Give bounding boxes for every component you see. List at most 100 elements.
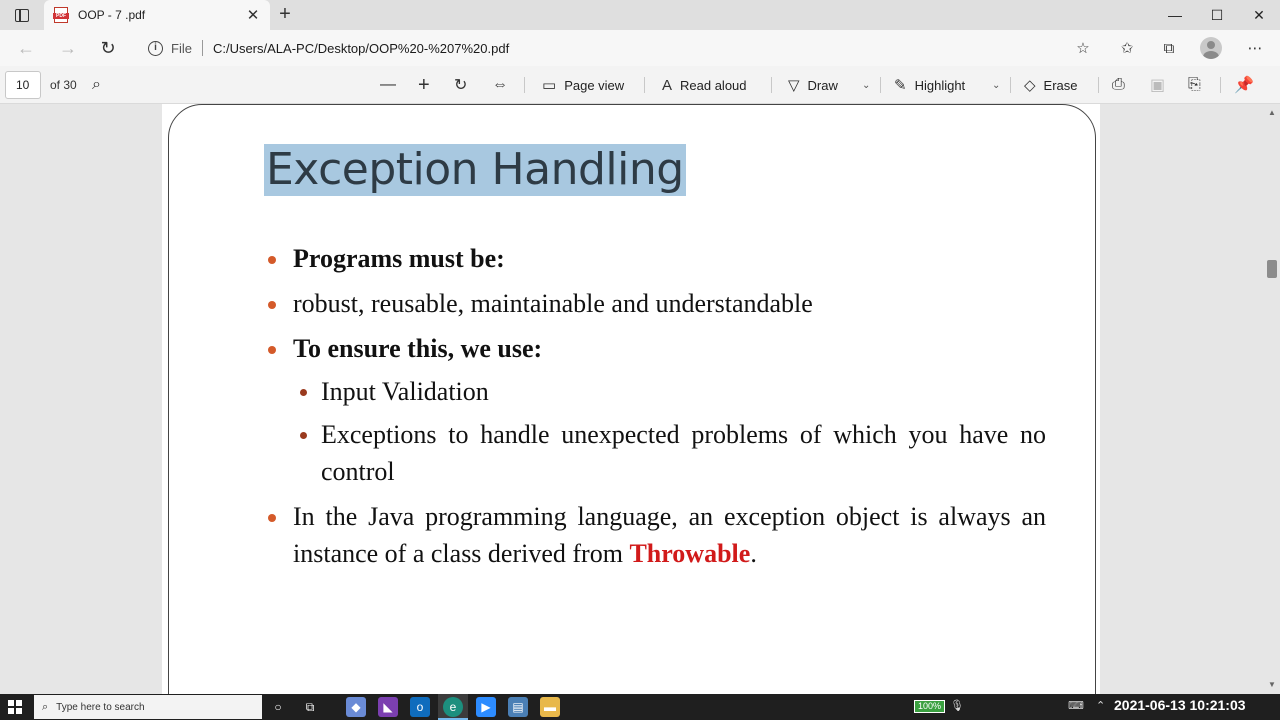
url-text[interactable]: C:/Users/ALA-PC/Desktop/OOP%20-%207%20.p…: [213, 41, 509, 56]
save-as-icon: ⎘: [1188, 76, 1201, 93]
microphone-icon[interactable]: 🎙: [950, 699, 964, 712]
scroll-down-arrow[interactable]: ▼: [1268, 680, 1276, 689]
highlight-label: Highlight: [914, 77, 966, 93]
collections-button[interactable]: ⧉: [1158, 38, 1180, 58]
tab-active[interactable]: OOP - 7 .pdf ✕: [44, 0, 270, 30]
outlook-icon[interactable]: o: [410, 697, 430, 717]
rotate-icon: ↻: [454, 77, 468, 94]
favorites-button[interactable]: ✩: [1116, 38, 1138, 58]
erase-label: Erase: [1043, 77, 1078, 93]
add-favorite-button[interactable]: ☆: [1072, 38, 1094, 58]
read-aloud-icon: A: [662, 76, 673, 94]
url-field[interactable]: i File C:/Users/ALA-PC/Desktop/OOP%20-%2…: [138, 34, 1102, 62]
fit-width-icon: ⇔: [492, 76, 508, 93]
toolbar-divider: [1098, 77, 1099, 93]
read-aloud-button[interactable]: A Read aloud: [662, 74, 747, 96]
tab-actions-icon: [15, 8, 29, 22]
zoom-out-button[interactable]: —: [380, 74, 396, 96]
throwable-keyword: Throwable: [629, 539, 751, 568]
pin-icon: 📌: [1234, 77, 1254, 94]
address-bar: ← → ↻ i File C:/Users/ALA-PC/Desktop/OOP…: [0, 30, 1280, 66]
minus-icon: —: [380, 76, 396, 93]
bullet-item: To ensure this, we use:: [266, 330, 1046, 367]
find-button[interactable]: ⌕: [92, 74, 101, 96]
bullet-item: Programs must be:: [266, 240, 1046, 277]
toolbar-divider: [1220, 77, 1221, 93]
close-window-button[interactable]: ✕: [1238, 0, 1280, 30]
taskbar-search-placeholder: Type here to search: [56, 701, 145, 713]
info-icon[interactable]: i: [148, 40, 163, 56]
zoom-in-button[interactable]: +: [418, 74, 430, 96]
highlight-button[interactable]: ✎ Highlight: [894, 74, 965, 96]
scroll-up-arrow[interactable]: ▲: [1268, 108, 1276, 117]
settings-more-button[interactable]: ⋯: [1244, 38, 1266, 58]
search-icon: ⌕: [92, 76, 101, 93]
battery-indicator[interactable]: 100%: [914, 700, 946, 713]
arrow-left-icon: ←: [17, 37, 35, 58]
show-hidden-icons[interactable]: ⌃: [1096, 699, 1105, 712]
chevron-down-icon: ⌄: [992, 79, 1001, 91]
page-count: of 30: [50, 78, 77, 92]
file-label: File: [171, 40, 192, 56]
page-number-input[interactable]: 10: [5, 71, 41, 99]
plus-icon: +: [418, 73, 430, 96]
toolbar-divider: [771, 77, 772, 93]
app-icon[interactable]: ▤: [508, 697, 528, 717]
back-button[interactable]: ←: [12, 35, 40, 61]
fit-page-button[interactable]: ⇔: [492, 74, 508, 96]
draw-button[interactable]: ▽ Draw: [788, 74, 838, 96]
new-tab-button[interactable]: +: [274, 4, 296, 26]
chevron-down-icon: ⌄: [862, 79, 871, 91]
file-explorer-icon[interactable]: ▬: [540, 697, 560, 717]
bullet-item: In the Java programming language, an exc…: [266, 498, 1046, 572]
highlight-options-dropdown[interactable]: ⌄: [992, 74, 1000, 96]
highlighter-icon: ✎: [894, 77, 907, 94]
page-view-button[interactable]: ▭ Page view: [542, 74, 624, 96]
forward-button[interactable]: →: [54, 35, 82, 61]
app-icon[interactable]: ◆: [346, 697, 366, 717]
refresh-button[interactable]: ↻: [94, 35, 122, 61]
bullet-period: .: [750, 539, 757, 568]
vertical-scrollbar[interactable]: [1264, 104, 1280, 694]
star-plus-icon: ☆: [1076, 40, 1090, 57]
printer-icon: ⎙: [1112, 76, 1125, 93]
rotate-button[interactable]: ↻: [454, 74, 467, 96]
erase-button[interactable]: ◇ Erase: [1024, 74, 1078, 96]
page-view-icon: ▭: [542, 77, 557, 94]
taskbar-search[interactable]: ⌕ Type here to search: [34, 695, 262, 719]
scrollbar-thumb[interactable]: [1267, 260, 1277, 278]
more-dots-icon: ⋯: [1247, 40, 1263, 57]
tab-close-button[interactable]: ✕: [242, 4, 264, 26]
profile-avatar[interactable]: [1200, 37, 1222, 59]
save-disk-icon: ▣: [1150, 77, 1166, 94]
system-clock[interactable]: 2021-06-13 10:21:03: [1114, 697, 1246, 713]
zoom-icon[interactable]: ▶: [476, 697, 496, 717]
edge-icon[interactable]: e: [443, 697, 463, 717]
draw-label: Draw: [807, 77, 838, 93]
toolbar-divider: [880, 77, 881, 93]
tab-strip: OOP - 7 .pdf ✕ + — ☐ ✕: [0, 0, 1280, 30]
task-view-icon[interactable]: ⧉: [300, 697, 320, 717]
maximize-button[interactable]: ☐: [1196, 0, 1238, 30]
refresh-icon: ↻: [100, 37, 116, 58]
draw-options-dropdown[interactable]: ⌄: [862, 74, 870, 96]
print-button[interactable]: ⎙: [1112, 74, 1125, 96]
save-button[interactable]: ▣: [1150, 74, 1165, 96]
bullet-item: robust, reusable, maintainable and under…: [266, 285, 1046, 322]
visual-studio-icon[interactable]: ◣: [378, 697, 398, 717]
minimize-button[interactable]: —: [1154, 0, 1196, 30]
start-button[interactable]: [8, 700, 22, 714]
favorites-star-icon: ✩: [1120, 40, 1134, 57]
arrow-right-icon: →: [59, 37, 77, 58]
toolbar-divider: [1010, 77, 1011, 93]
tab-actions-button[interactable]: [8, 4, 36, 26]
tab-title: OOP - 7 .pdf: [78, 8, 146, 22]
cortana-icon[interactable]: ○: [268, 697, 288, 717]
keyboard-icon[interactable]: ⌨: [1068, 699, 1084, 712]
toolbar-divider: [524, 77, 525, 93]
pin-toolbar-button[interactable]: 📌: [1234, 74, 1254, 96]
save-as-button[interactable]: ⎘: [1188, 74, 1201, 96]
pdf-viewer[interactable]: Exception Handling Programs must be: rob…: [0, 104, 1280, 694]
bullet-list: Programs must be: robust, reusable, main…: [266, 240, 1046, 572]
pdf-toolbar: 10 of 30 ⌕ — + ↻ ⇔ ▭ Page view A Read al…: [0, 66, 1280, 104]
